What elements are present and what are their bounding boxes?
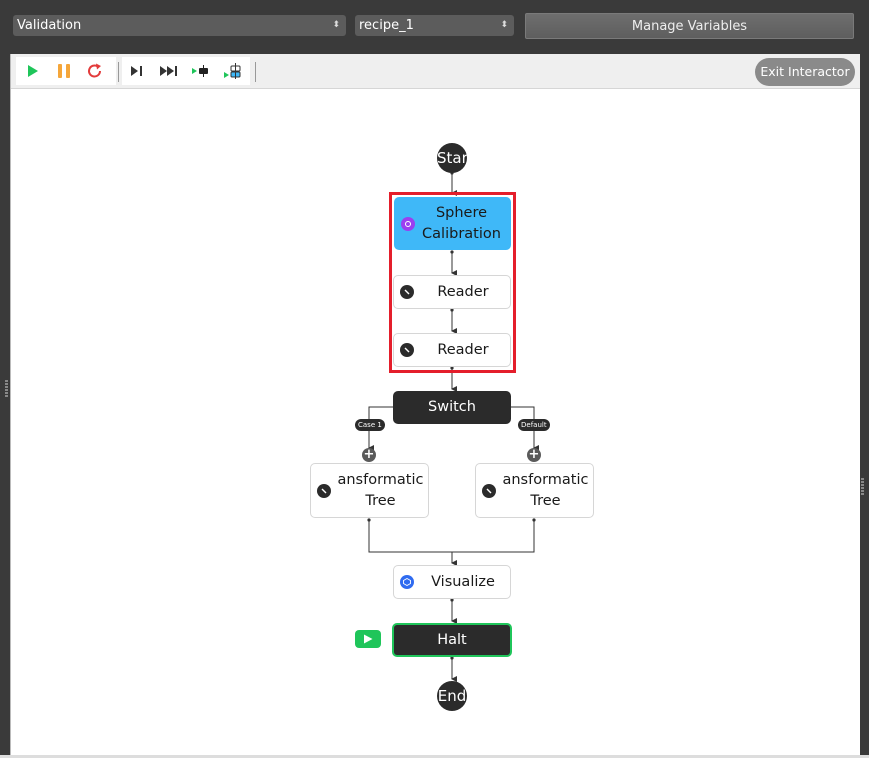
- node-transformation-tree-2[interactable]: ansformatic Tree: [475, 463, 594, 518]
- switch-default-label: Default: [518, 419, 550, 431]
- run-to-node-icon: [192, 65, 208, 77]
- recipe-select-value: recipe_1: [359, 18, 414, 33]
- toolbar-separator: [118, 62, 119, 82]
- step-button[interactable]: [126, 61, 148, 81]
- node-sphere-calibration[interactable]: Sphere Calibration: [394, 197, 511, 250]
- node-label-line1: Sphere: [435, 204, 488, 221]
- node-label-line2: Tree: [530, 492, 561, 509]
- right-resize-handle[interactable]: [861, 478, 864, 496]
- node-label-line1: ansformatic: [502, 471, 589, 488]
- process-select-value: Validation: [17, 18, 82, 33]
- node-visualize[interactable]: Visualize: [393, 565, 511, 599]
- wrench-icon: [317, 484, 331, 498]
- step-controls-group: [122, 57, 250, 85]
- switch-case-label: Case 1: [355, 419, 385, 431]
- node-label: Switch: [428, 399, 476, 415]
- select-arrows-icon: ⬍: [332, 20, 340, 30]
- node-label: Reader: [437, 341, 489, 358]
- cube-icon: [400, 575, 414, 589]
- right-splitter[interactable]: [860, 54, 869, 758]
- node-switch[interactable]: Switch: [393, 391, 511, 424]
- process-select[interactable]: Validation ⬍: [13, 15, 346, 36]
- node-label: Sphere Calibration: [404, 203, 501, 245]
- wrench-icon: [400, 285, 414, 299]
- recipe-select[interactable]: recipe_1 ⬍: [355, 15, 514, 36]
- play-icon: [364, 634, 373, 644]
- restart-icon: [88, 63, 101, 78]
- run-to-selection-button[interactable]: [222, 61, 244, 81]
- current-step-indicator: [355, 630, 381, 648]
- step-icon: [131, 66, 142, 76]
- node-label: Halt: [437, 631, 467, 648]
- step-over-button[interactable]: [158, 61, 180, 81]
- node-reader-2[interactable]: Reader: [393, 333, 511, 367]
- exit-interactor-button[interactable]: Exit Interactor: [755, 58, 855, 86]
- toolbar-separator: [255, 62, 256, 82]
- interactor-toolbar: Exit Interactor: [11, 54, 861, 89]
- pause-button[interactable]: [53, 61, 75, 81]
- run-controls-group: [16, 57, 116, 85]
- run-to-node-button[interactable]: [190, 61, 212, 81]
- wrench-icon: [482, 484, 496, 498]
- node-label-line2: Tree: [365, 492, 396, 509]
- node-reader-1[interactable]: Reader: [393, 275, 511, 309]
- pause-icon: [58, 64, 70, 78]
- restart-button[interactable]: [84, 61, 106, 81]
- node-label: Reader: [437, 283, 489, 300]
- play-icon: [28, 65, 38, 77]
- select-arrows-icon: ⬍: [500, 20, 508, 30]
- add-default-node-button[interactable]: +: [527, 448, 541, 462]
- top-bar: Validation ⬍ recipe_1 ⬍ Manage Variables: [0, 0, 869, 52]
- node-label: Visualize: [431, 573, 495, 590]
- left-resize-handle[interactable]: [5, 380, 8, 398]
- node-transformation-tree-1[interactable]: ansformatic Tree: [310, 463, 429, 518]
- node-label-line2: Calibration: [422, 225, 501, 242]
- node-label-line1: ansformatic: [337, 471, 424, 488]
- run-to-selection-icon: [224, 63, 241, 79]
- add-case-node-button[interactable]: +: [362, 448, 376, 462]
- run-button[interactable]: [22, 61, 44, 81]
- manage-variables-button[interactable]: Manage Variables: [525, 13, 854, 39]
- node-halt[interactable]: Halt: [392, 623, 512, 657]
- target-icon: [401, 217, 415, 231]
- wrench-icon: [400, 343, 414, 357]
- end-node[interactable]: End: [437, 681, 467, 711]
- fast-forward-icon: [160, 66, 177, 76]
- start-node[interactable]: Start: [437, 143, 467, 173]
